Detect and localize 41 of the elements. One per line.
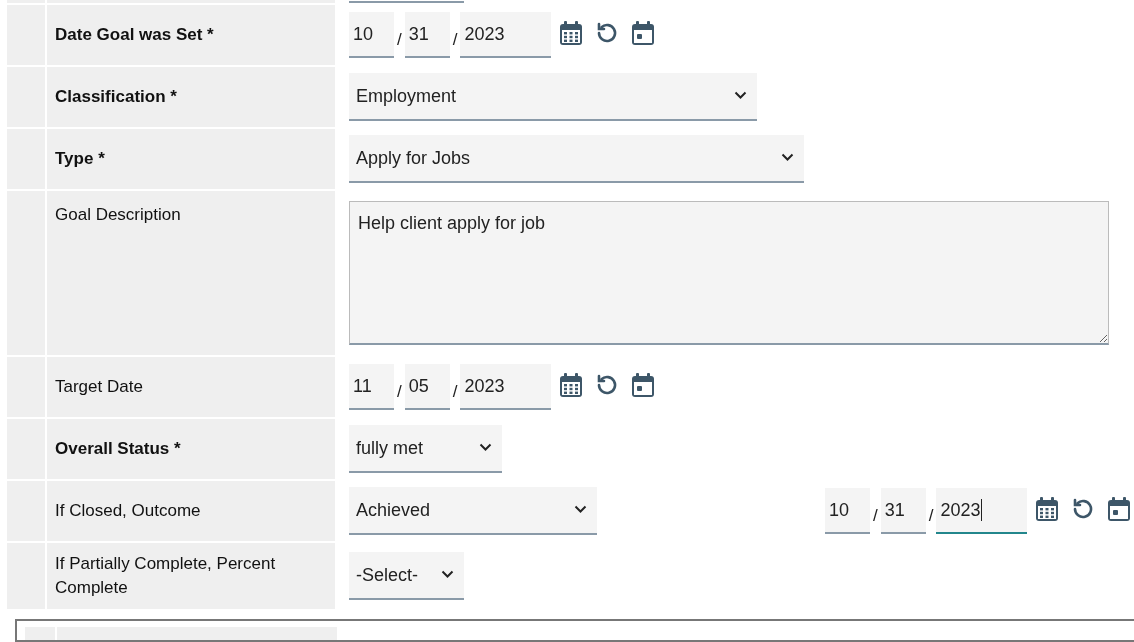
date-separator: / (397, 380, 402, 403)
select-field[interactable]: Apply for Jobs (349, 135, 804, 184)
description-field[interactable]: Help client apply for job (349, 201, 1109, 346)
date-separator: / (452, 28, 458, 51)
chevron-down-icon (479, 443, 492, 453)
date-part-field[interactable]: 10 (349, 12, 394, 59)
date-part-field[interactable]: 11 (349, 364, 394, 411)
date-separator: / (873, 504, 878, 527)
date-separator: / (397, 28, 402, 51)
date-part-field[interactable]: 10 (825, 488, 870, 535)
date-separator: / (452, 380, 458, 403)
chevron-down-icon (441, 570, 454, 580)
field-label: Type * (55, 148, 105, 171)
chevron-down-icon (781, 153, 794, 163)
field-label: Date Goal was Set * (55, 24, 214, 47)
row-handle-cell (25, 627, 55, 640)
calendar-today-icon[interactable] (631, 372, 656, 399)
calendar-today-icon[interactable] (631, 20, 656, 47)
date-part-field[interactable]: 05 (404, 364, 450, 411)
date-part-field[interactable]: 31 (404, 12, 450, 59)
field-label: If Partially Complete, Percent Complete (55, 553, 277, 600)
date-separator: / (928, 504, 934, 527)
field-label: Classification * (55, 86, 177, 109)
select-field[interactable]: fully met (349, 425, 502, 474)
calendar-icon[interactable] (559, 20, 584, 47)
select-field[interactable]: Achieved (349, 487, 597, 536)
select-field[interactable]: Employment (349, 73, 757, 122)
calendar-icon[interactable] (559, 372, 584, 399)
field-label: Target Date (55, 376, 143, 399)
calendar-today-icon[interactable] (1107, 496, 1132, 523)
date-part-field[interactable]: 2023 (460, 364, 552, 411)
select-field[interactable]: -Select- (349, 552, 464, 601)
field-label: Overall Status * (55, 438, 181, 461)
chevron-down-icon (574, 505, 587, 515)
date-part-field[interactable]: 31 (880, 488, 926, 535)
calendar-icon[interactable] (1035, 496, 1060, 523)
field-label: Goal Description (55, 204, 181, 227)
date-part-field[interactable]: 2023 (936, 488, 1028, 535)
field-label: If Closed, Outcome (55, 500, 201, 523)
date-part-field[interactable]: 2023 (460, 12, 552, 59)
chevron-down-icon (734, 91, 747, 101)
